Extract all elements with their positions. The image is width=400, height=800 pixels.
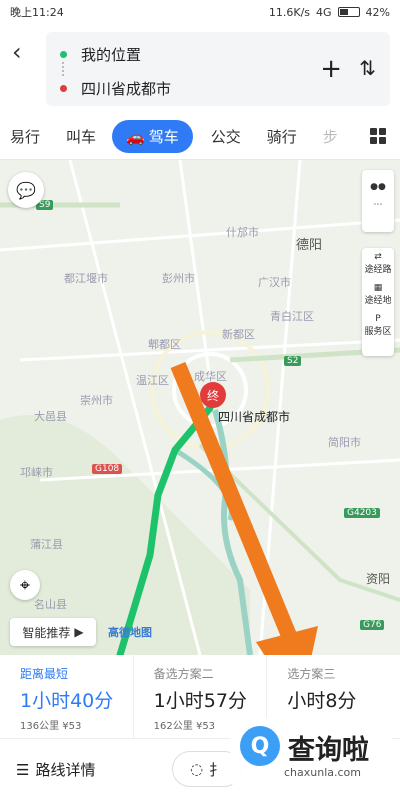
swap-icon[interactable]: ⇅ [359, 56, 376, 80]
travel-mode-tabs: 易行 叫车 🚗 驾车 公交 骑行 步 [0, 114, 400, 160]
route-header: ‹ 我的位置 四川省成都市 + ⇅ [0, 24, 400, 114]
status-bar: 晚上11:24 11.6K/s 4G 42% [0, 0, 400, 24]
locate-icon[interactable]: ⌖ [10, 570, 40, 600]
map-label: 蒲江县 [30, 538, 63, 551]
map-label: 什邡市 [226, 226, 259, 239]
map-label: 青白江区 [270, 310, 314, 323]
route-option-1[interactable]: 距离最短 1小时40分 136公里 ¥53 [0, 655, 133, 738]
car-icon: 🚗 [126, 127, 145, 146]
map-label: 崇州市 [80, 394, 113, 407]
origin-dot-icon [60, 51, 67, 58]
tab-taxi[interactable]: 叫车 [66, 126, 96, 147]
back-icon[interactable]: ‹ [12, 38, 22, 66]
destination-dot-icon [60, 85, 67, 92]
route-input-box: 我的位置 四川省成都市 + ⇅ [46, 32, 390, 106]
watermark: Q 查询啦 chaxunla.com [230, 718, 392, 788]
map-label: 郫都区 [148, 338, 181, 351]
road-badge: G4203 [344, 508, 380, 518]
traffic-icon[interactable]: ●● [370, 170, 386, 196]
service-area-button[interactable]: P 服务区 [364, 310, 391, 341]
route-detail-button[interactable]: ☰ 路线详情 [16, 759, 95, 780]
amap-logo: 高德地图 [108, 626, 152, 639]
destination-marker[interactable]: 终 [200, 382, 226, 408]
tab-drive[interactable]: 🚗 驾车 [112, 120, 193, 153]
map-label: 德阳 [296, 238, 323, 253]
tab-walk[interactable]: 步 [323, 126, 338, 147]
destination-field[interactable]: 四川省成都市 [60, 78, 171, 99]
route-tools: ⇄ 途经路 ▦ 途经地 P 服务区 [362, 248, 394, 356]
add-waypoint-icon[interactable]: + [320, 54, 342, 84]
tab-easy[interactable]: 易行 [10, 126, 40, 147]
map-label: 大邑县 [34, 410, 67, 423]
map-label: 都江堰市 [64, 272, 108, 285]
destination-text: 四川省成都市 [81, 80, 172, 98]
road-badge: G108 [92, 464, 123, 474]
broadcast-icon: ◌ [189, 760, 204, 778]
battery-level: 42% [365, 5, 390, 19]
map-label: 资阳 [366, 572, 391, 586]
watermark-logo: Q [240, 726, 280, 766]
waypoint-place-button[interactable]: ▦ 途经地 [364, 279, 391, 310]
more-icon[interactable]: ⋯ [374, 196, 383, 214]
map-view[interactable]: 都江堰市 彭州市 什邡市 德阳 广汉市 新都区 青白江区 郫都区 温江区 成华区… [0, 160, 400, 655]
tab-bus[interactable]: 公交 [211, 126, 241, 147]
message-icon[interactable]: 💬 [8, 172, 44, 208]
play-icon: ▶ [74, 625, 84, 639]
road-badge: S2 [284, 356, 302, 366]
battery-icon [337, 7, 360, 17]
origin-text: 我的位置 [81, 46, 142, 64]
map-label: 名山县 [34, 598, 67, 611]
more-modes-icon[interactable] [370, 128, 386, 144]
road-badge: G76 [360, 620, 385, 630]
route-dots [62, 62, 64, 76]
origin-field[interactable]: 我的位置 [60, 44, 141, 65]
map-label: 温江区 [136, 374, 169, 387]
list-icon: ☰ [16, 760, 30, 779]
map-label: 新都区 [222, 328, 255, 341]
network-speed: 11.6K/s [268, 5, 311, 19]
waypoint-road-button[interactable]: ⇄ 途经路 [364, 248, 391, 279]
map-label: 邛崃市 [20, 466, 53, 479]
map-label: 广汉市 [258, 276, 291, 289]
layer-controls: ●● ⋯ [362, 170, 394, 232]
destination-label: 四川省成都市 [218, 410, 291, 424]
map-label: 简阳市 [328, 436, 361, 449]
network-type: 4G [316, 5, 332, 19]
smart-recommend-button[interactable]: 智能推荐 ▶ [10, 618, 96, 646]
map-label: 彭州市 [162, 272, 195, 285]
status-time: 晚上11:24 [10, 6, 64, 19]
tab-drive-label: 驾车 [148, 128, 179, 146]
tab-bike[interactable]: 骑行 [267, 126, 297, 147]
